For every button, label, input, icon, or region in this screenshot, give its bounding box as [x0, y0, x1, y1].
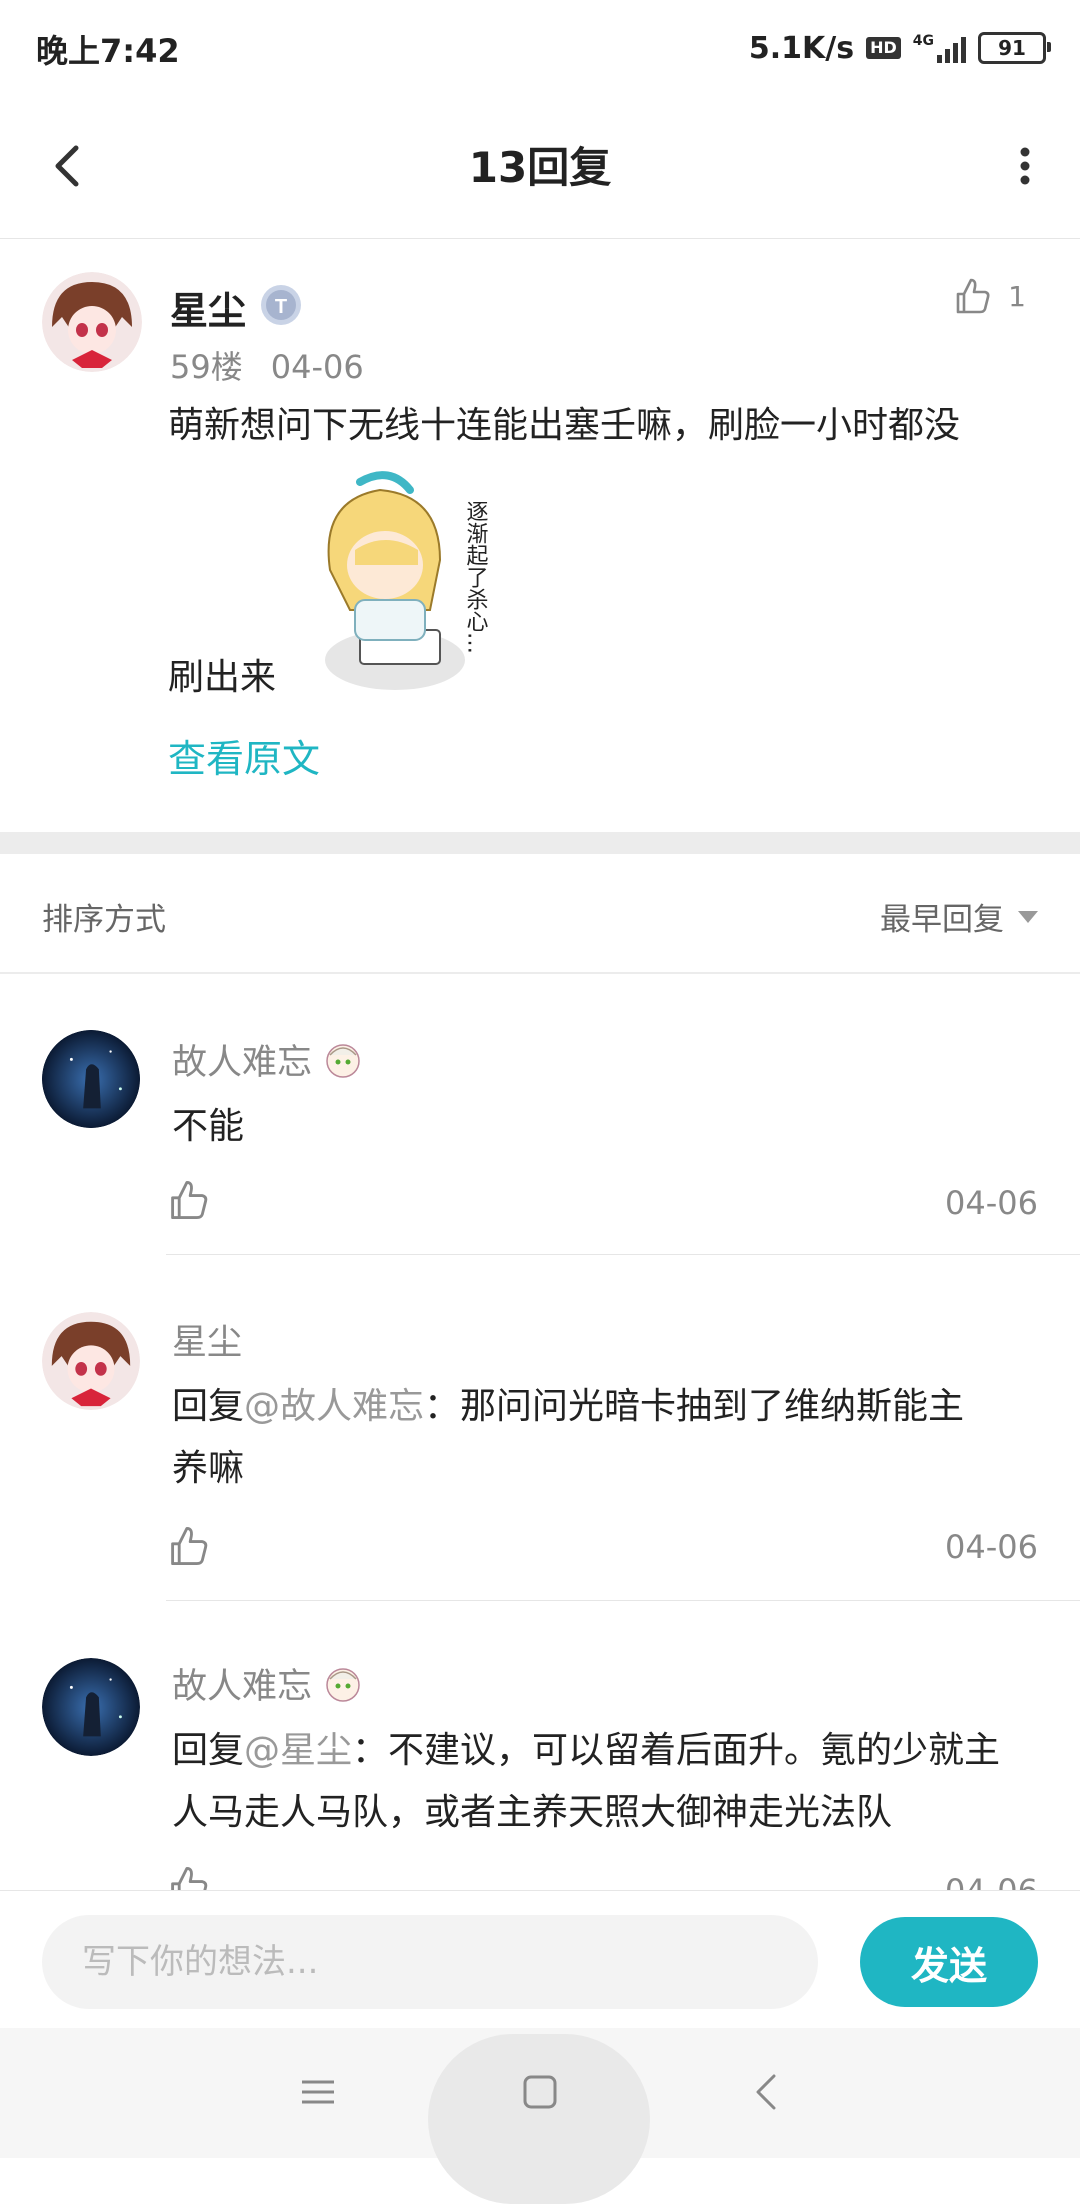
reply-date: 04-06 [945, 1528, 1038, 1566]
thumbs-up-icon[interactable] [166, 1178, 210, 1222]
mention-link[interactable]: @故人难忘 [244, 1386, 424, 1427]
comment-input[interactable] [42, 1915, 822, 2009]
reply-text-line1: ：不建议，可以留着后面升。氪的少就主 [352, 1730, 1001, 1771]
comment-composer: 发送 [0, 1890, 1080, 2029]
svg-text:T: T [275, 296, 287, 318]
reply-avatar[interactable] [42, 1030, 140, 1128]
view-original-link[interactable]: 查看原文 [168, 728, 320, 783]
status-bar: 晚上7:42 5.1K/s HD 4G 91 [0, 0, 1080, 96]
sort-value[interactable]: 最早回复 [880, 894, 1004, 939]
character-badge-icon [326, 1043, 360, 1078]
section-divider [0, 832, 1080, 854]
system-nav-bar [0, 2028, 1080, 2204]
author-avatar[interactable] [42, 272, 142, 372]
reply-item: 故人难忘 回复@星尘：不建议，可以留着后面升。氪的少就主 人马走人马队，或者主养… [0, 1602, 1080, 1890]
character-badge-icon [326, 1667, 360, 1702]
reply-author-name[interactable]: 星尘 [172, 1314, 242, 1365]
comment-input-wrapper[interactable] [42, 1915, 822, 2009]
network-type: 4G [912, 33, 934, 49]
reply-text-line2: 人马走人马队，或者主养天照大御神走光法队 [172, 1792, 893, 1833]
sort-bar: 排序方式 最早回复 [0, 854, 1080, 974]
reply-author-name[interactable]: 故人难忘 [172, 1658, 312, 1709]
post-text: 萌新想问下无线十连能出塞壬嘛，刷脸一小时都没 [168, 405, 961, 446]
signal-icon: 4G [913, 33, 966, 63]
reply-author[interactable]: 星尘 [172, 1314, 242, 1365]
post-meta: 59楼 04-06 [170, 342, 364, 388]
post-like[interactable]: 1 [952, 276, 1026, 316]
hd-icon: HD [866, 37, 901, 59]
reply-avatar[interactable] [42, 1312, 140, 1410]
post-text-continued: 刷出来 [168, 657, 277, 698]
level-badge-icon: T [261, 285, 301, 325]
home-icon[interactable] [510, 2062, 570, 2122]
thumbs-up-icon[interactable] [166, 1864, 210, 1890]
sticker-caption: 逐渐起了杀心… [463, 500, 489, 654]
reply-divider [166, 1254, 1080, 1255]
more-options-icon[interactable] [1010, 144, 1040, 188]
reply-date: 04-06 [945, 1872, 1038, 1890]
reply-text-line2: 养嘛 [172, 1448, 245, 1489]
reply-author-name[interactable]: 故人难忘 [172, 1034, 312, 1085]
sort-dropdown[interactable]: 最早回复 [880, 894, 1038, 939]
post-date: 04-06 [270, 348, 364, 386]
thumbs-up-icon[interactable] [166, 1524, 210, 1568]
floor-number: 59楼 [170, 348, 243, 386]
reply-text: 回复@故人难忘：那问问光暗卡抽到了维纳斯能主 养嘛 [172, 1376, 1042, 1500]
thumbs-up-icon[interactable] [952, 276, 992, 316]
network-speed: 5.1K/s [748, 30, 855, 66]
mention-link[interactable]: @星尘 [244, 1730, 352, 1771]
reply-text-line1: ：那问问光暗卡抽到了维纳斯能主 [424, 1386, 965, 1427]
reply-text: 回复@星尘：不建议，可以留着后面升。氪的少就主 人马走人马队，或者主养天照大御神… [172, 1720, 1042, 1844]
reply-item: 星尘 回复@故人难忘：那问问光暗卡抽到了维纳斯能主 养嘛 04-06 [0, 1256, 1080, 1602]
menu-icon[interactable] [288, 2062, 348, 2122]
reply-author[interactable]: 故人难忘 [172, 1658, 364, 1709]
reply-author[interactable]: 故人难忘 [172, 1034, 364, 1085]
reply-prefix: 回复 [172, 1386, 245, 1427]
status-right: 5.1K/s HD 4G 91 [748, 26, 1051, 70]
send-button[interactable]: 发送 [860, 1917, 1038, 2007]
author-name[interactable]: 星尘 [170, 280, 246, 335]
like-count: 1 [1008, 279, 1026, 313]
battery-level: 91 [998, 36, 1026, 60]
page-title: 13回复 [468, 143, 612, 192]
back-icon[interactable] [738, 2062, 798, 2122]
reply-date: 04-06 [945, 1184, 1038, 1222]
top-app-bar: 13回复 [0, 96, 1080, 239]
reply-prefix: 回复 [172, 1730, 245, 1771]
status-time: 晚上7:42 [36, 32, 180, 70]
dropdown-triangle-icon[interactable] [1018, 910, 1038, 923]
sticker-image[interactable]: 逐渐起了杀心… [300, 470, 510, 700]
reply-item: 故人难忘 不能 04-06 [0, 1000, 1080, 1256]
reply-text: 不能 [172, 1106, 245, 1147]
reply-divider [166, 1600, 1080, 1601]
battery-icon: 91 [978, 32, 1051, 64]
sort-label: 排序方式 [42, 902, 166, 938]
reply-avatar[interactable] [42, 1658, 140, 1756]
